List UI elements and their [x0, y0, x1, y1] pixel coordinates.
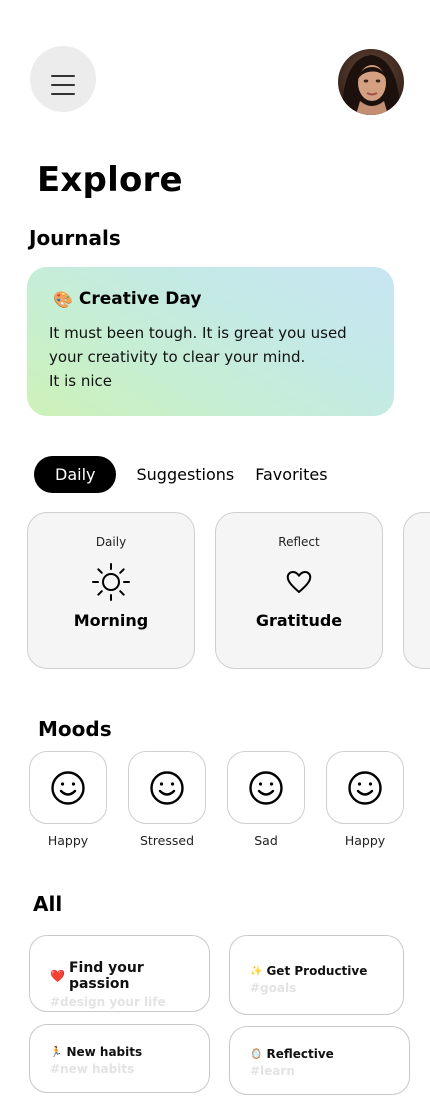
all-card-title-row: 🏃 New habits — [50, 1045, 189, 1059]
daily-card-gratitude[interactable]: Reflect Gratitude — [215, 512, 383, 669]
sun-icon — [28, 561, 194, 603]
all-card-title-row: ❤️ Find your passion — [50, 960, 189, 992]
heart-icon — [216, 561, 382, 603]
page-title: Explore — [37, 160, 183, 200]
mood-label: Happy — [47, 833, 89, 848]
daily-card-name: Morning — [73, 611, 149, 630]
daily-card-morning[interactable]: Daily Morning — [27, 512, 195, 669]
journal-card-title-row: 🎨 Creative Day — [53, 289, 372, 309]
journal-card-title: Creative Day — [78, 289, 202, 309]
tab-daily[interactable]: Daily — [34, 456, 117, 493]
daily-card-category: Daily — [95, 535, 127, 549]
tab-suggestions[interactable]: Suggestions — [136, 456, 234, 493]
mood-box — [29, 751, 107, 824]
profile-avatar[interactable] — [338, 49, 404, 115]
all-card-new-habits[interactable]: 🏃 New habits #new habits — [29, 1024, 210, 1093]
sparkles-icon: ✨ — [250, 965, 263, 977]
palette-icon: 🎨 — [53, 289, 73, 309]
mood-item[interactable]: Sad — [227, 751, 305, 848]
journal-card[interactable]: 🎨 Creative Day It must been tough. It is… — [27, 267, 394, 416]
all-card-reflective[interactable]: 🪞 Reflective #learn — [229, 1026, 410, 1095]
runner-icon: 🏃 — [50, 1046, 63, 1058]
all-card-tag: #learn — [250, 1064, 295, 1078]
daily-card-name: Gratitude — [255, 611, 343, 630]
smiley-icon — [249, 770, 283, 805]
mood-box — [128, 751, 206, 824]
all-card-title: Find your passion — [68, 960, 144, 992]
hamburger-menu-icon — [51, 75, 75, 95]
menu-button[interactable] — [30, 46, 96, 112]
mood-item[interactable]: Happy — [326, 751, 404, 848]
mirror-icon: 🪞 — [250, 1048, 263, 1060]
all-card-title: Reflective — [266, 1047, 334, 1061]
mood-box — [227, 751, 305, 824]
all-card-title: Get Productive — [266, 964, 368, 978]
tab-favorites[interactable]: Favorites — [255, 456, 327, 493]
all-card-tag: #new habits — [50, 1062, 135, 1076]
smiley-icon — [150, 770, 184, 805]
smiley-icon — [51, 770, 85, 805]
moods-heading: Moods — [38, 717, 112, 741]
tab-bar: Daily Suggestions Favorites — [34, 456, 328, 493]
daily-card-category: Reflect — [278, 535, 320, 549]
all-card-tag: #design your life — [50, 995, 166, 1009]
all-card-tag: #goals — [250, 981, 297, 995]
all-card-get-productive[interactable]: ✨ Get Productive #goals — [229, 935, 404, 1015]
explore-screen: Explore Journals 🎨 Creative Day It must … — [0, 0, 430, 1117]
journals-heading: Journals — [29, 226, 121, 250]
mood-box — [326, 751, 404, 824]
heart-emoji-icon: ❤️ — [50, 969, 65, 983]
all-card-title-row: 🪞 Reflective — [250, 1047, 389, 1061]
smiley-icon — [348, 770, 382, 805]
mood-item[interactable]: Stressed — [128, 751, 206, 848]
all-card-find-your-passion[interactable]: ❤️ Find your passion #design your life — [29, 935, 210, 1012]
mood-label: Sad — [254, 833, 278, 848]
mood-label: Stressed — [139, 833, 195, 848]
mood-item[interactable]: Happy — [29, 751, 107, 848]
all-card-title: New habits — [66, 1045, 143, 1059]
daily-card-partial[interactable] — [403, 512, 430, 669]
all-card-title-row: ✨ Get Productive — [250, 964, 383, 978]
all-heading: All — [33, 892, 63, 916]
journal-card-text: It must been tough. It is great you used… — [49, 324, 347, 390]
mood-label: Happy — [344, 833, 386, 848]
